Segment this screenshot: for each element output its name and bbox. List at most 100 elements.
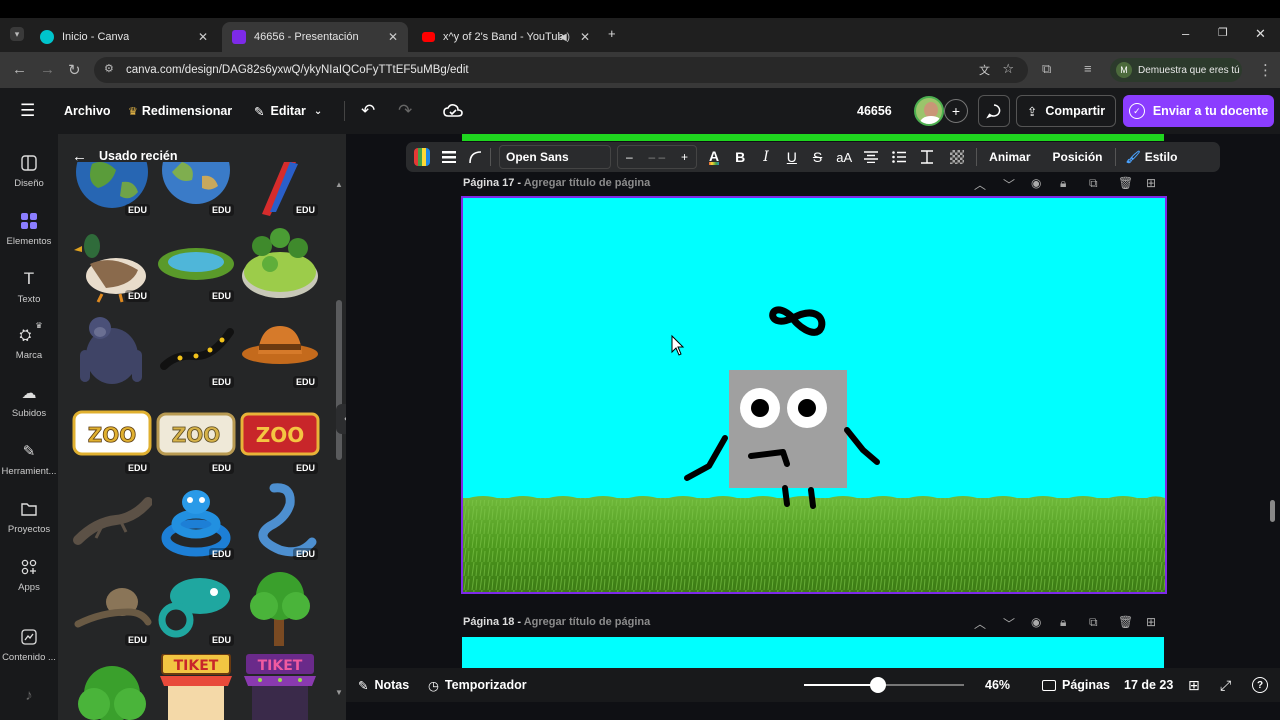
font-size-value[interactable]: – – (648, 150, 665, 164)
zoo-sign-graphic[interactable]: ZOO EDU (240, 396, 320, 476)
chameleon-graphic[interactable]: EDU (156, 568, 236, 648)
move-up-icon[interactable]: ︿ (974, 176, 986, 193)
panel-scrollbar[interactable]: ▲ ▼ (335, 178, 343, 720)
frilled-lizard-graphic[interactable]: EDU (72, 568, 152, 648)
reload-icon[interactable]: ↻ (68, 61, 81, 79)
park-graphic[interactable] (240, 224, 320, 304)
tab-youtube[interactable]: x^y of 2's Band - YouTube ◀) ✕ (412, 22, 600, 52)
timer-button[interactable]: ◷ Temporizador (428, 668, 527, 702)
left-leg[interactable] (782, 485, 790, 507)
rail-item-brand[interactable]: ⛭ ♛ Marca (0, 321, 58, 362)
edit-menu[interactable]: ✎ Editar ⌄ (254, 88, 322, 134)
zoom-value[interactable]: 46% (985, 668, 1010, 702)
zoo-sign-graphic[interactable]: ZOO EDU (156, 396, 236, 476)
extensions-icon[interactable]: ⧉ (1042, 61, 1051, 77)
curve-icon[interactable] (468, 150, 482, 164)
share-button[interactable]: ⇪ Compartir (1016, 95, 1116, 127)
move-up-icon[interactable]: ︿ (974, 615, 986, 632)
redo-icon[interactable]: ↷ (398, 88, 412, 134)
tab-search-icon[interactable]: ▾ (10, 27, 24, 41)
rail-item-projects[interactable]: Proyectos (0, 498, 58, 535)
close-tab-icon[interactable]: ✕ (198, 30, 208, 44)
blue-snake-graphic[interactable]: EDU (156, 482, 236, 562)
add-page-icon[interactable]: ⊞ (1146, 615, 1156, 629)
salamander-graphic[interactable]: EDU (156, 310, 236, 390)
align-center-icon[interactable] (864, 151, 879, 163)
hat-graphic[interactable]: EDU (240, 310, 320, 390)
pond-graphic[interactable]: EDU (156, 224, 236, 304)
letter-case-icon[interactable]: aA (836, 150, 852, 165)
hamburger-menu-icon[interactable]: ☰ (20, 88, 35, 134)
new-tab-icon[interactable]: + (608, 26, 616, 41)
rail-item-more[interactable]: ♪ (0, 684, 58, 710)
ticket-booth-graphic[interactable]: TIKET (240, 654, 320, 720)
increase-size-button[interactable]: + (681, 150, 688, 164)
close-tab-icon[interactable]: ✕ (580, 30, 590, 44)
bookmark-star-icon[interactable]: ☆ (1002, 61, 1014, 77)
add-collaborator-icon[interactable]: + (944, 88, 968, 134)
list-icon[interactable] (892, 151, 907, 163)
page-18-label[interactable]: Página 18 - Agregar título de página (463, 616, 650, 628)
scrollbar-thumb[interactable] (336, 300, 342, 460)
minimize-icon[interactable]: – (1182, 26, 1189, 41)
forward-icon[interactable]: → (40, 61, 55, 78)
page-17-label[interactable]: Página 17 - Agregar título de página (463, 177, 650, 189)
close-tab-icon[interactable]: ✕ (388, 30, 398, 44)
page-17-canvas[interactable] (461, 196, 1167, 594)
comments-icon[interactable] (978, 88, 1010, 134)
grid-view-icon[interactable]: ⊞ (1188, 668, 1200, 702)
move-down-icon[interactable]: ﹀ (1003, 176, 1015, 193)
rail-item-uploads[interactable]: ☁ Subidos (0, 382, 58, 419)
site-settings-icon[interactable]: ⚙ (104, 62, 114, 75)
rail-item-text[interactable]: T Texto (0, 268, 58, 305)
lock-icon[interactable]: 🔒︎ (1060, 176, 1066, 191)
ticket-booth-graphic[interactable]: TIKET (156, 654, 236, 720)
fullscreen-icon[interactable]: ⤢ (1220, 668, 1231, 702)
scroll-up-icon[interactable]: ▲ (335, 180, 343, 189)
tree-graphic[interactable] (240, 568, 320, 648)
tab-canva-home[interactable]: Inicio - Canva ✕ (30, 22, 218, 52)
hide-page-icon[interactable]: ◉ (1031, 615, 1041, 629)
zoom-thumb[interactable] (870, 677, 886, 693)
spacing-icon[interactable] (920, 150, 934, 164)
rail-item-content[interactable]: Contenido ... (0, 626, 58, 663)
file-menu[interactable]: Archivo (64, 88, 111, 134)
rail-item-tools[interactable]: ✎ Herramient... (0, 440, 58, 477)
help-icon[interactable]: ? (1252, 668, 1268, 702)
lock-icon[interactable]: 🔒︎ (1060, 615, 1066, 630)
zoom-slider[interactable] (804, 668, 964, 702)
back-icon[interactable]: ← (12, 61, 27, 78)
user-avatar[interactable] (914, 88, 944, 134)
media-control-icon[interactable]: ≡ (1084, 61, 1092, 76)
character-body[interactable] (729, 370, 847, 488)
style-button[interactable]: 🖌 Estilo (1126, 150, 1178, 164)
design-title[interactable]: 46656 (857, 88, 892, 134)
page-18-canvas[interactable] (462, 637, 1164, 669)
notes-button[interactable]: ✎ Notas (358, 668, 409, 702)
pages-button[interactable]: Páginas (1042, 668, 1110, 702)
text-color-icon[interactable]: A (709, 149, 720, 165)
cloud-save-icon[interactable] (443, 88, 463, 134)
send-to-teacher-button[interactable]: ✓ Enviar a tu docente (1123, 95, 1274, 127)
add-page-icon[interactable]: ⊞ (1146, 176, 1156, 190)
gorilla-graphic[interactable] (72, 310, 152, 390)
rail-item-design[interactable]: Diseño (0, 152, 58, 189)
page-title-placeholder[interactable]: Agregar título de página (524, 177, 651, 189)
duplicate-icon[interactable]: ⧉ (1089, 615, 1098, 630)
earth-graphic[interactable]: EDU (72, 162, 152, 218)
duck-graphic[interactable]: EDU (72, 224, 152, 304)
move-down-icon[interactable]: ﹀ (1003, 615, 1015, 632)
url-field[interactable]: ⚙ canva.com/design/DAG82s6yxwQ/ykyNIaIQC… (94, 57, 1028, 83)
font-selector[interactable]: Open Sans (499, 145, 611, 169)
delete-icon[interactable]: 🗑︎ (1118, 176, 1133, 190)
position-button[interactable]: Posición (1053, 150, 1103, 164)
scroll-down-icon[interactable]: ▼ (335, 688, 343, 697)
rail-item-apps[interactable]: Apps (0, 556, 58, 593)
browser-menu-icon[interactable]: ⋮ (1258, 61, 1273, 79)
line-style-icon[interactable] (442, 151, 456, 163)
hide-page-icon[interactable]: ◉ (1031, 176, 1041, 190)
transparency-icon[interactable] (950, 150, 965, 164)
bush-graphic[interactable] (72, 654, 152, 720)
delete-icon[interactable]: 🗑︎ (1118, 615, 1133, 629)
page-title-placeholder[interactable]: Agregar título de página (524, 616, 651, 628)
